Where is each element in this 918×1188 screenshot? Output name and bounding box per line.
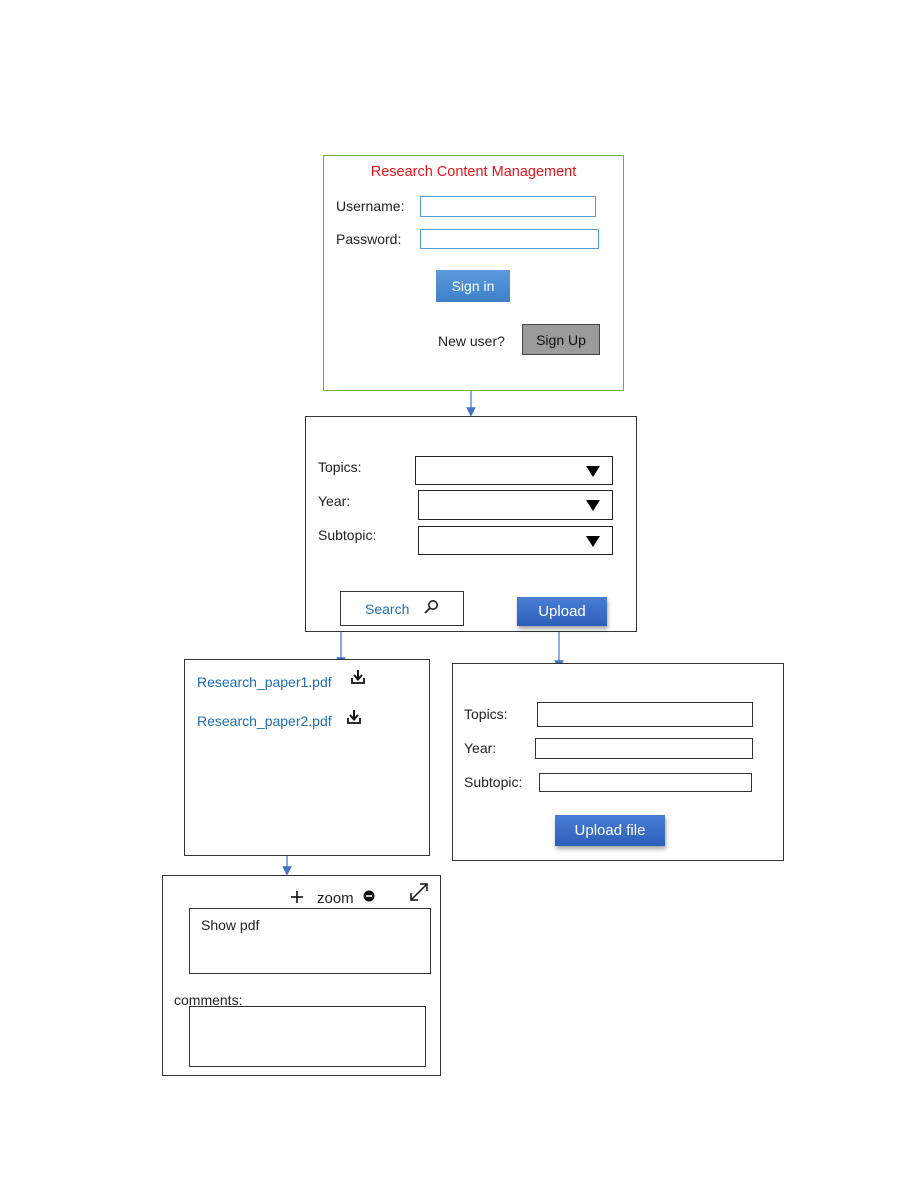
- sign-up-button[interactable]: Sign Up: [522, 324, 600, 355]
- expand-icon[interactable]: [408, 881, 430, 903]
- upload-topics-field[interactable]: [537, 702, 753, 727]
- caret-down-icon: [586, 465, 600, 477]
- show-pdf-label: Show pdf: [201, 917, 260, 933]
- search-button[interactable]: Search: [340, 591, 464, 626]
- download-icon[interactable]: [346, 709, 362, 725]
- login-panel: Research Content Management Username: Pa…: [323, 155, 624, 391]
- search-icon: [424, 600, 438, 614]
- sign-in-button[interactable]: Sign in: [436, 270, 510, 302]
- upload-year-field[interactable]: [535, 738, 753, 759]
- password-label: Password:: [336, 231, 402, 247]
- list-item: Research_paper1.pdf: [197, 670, 417, 694]
- download-icon[interactable]: [350, 669, 366, 685]
- subtopic-label: Subtopic:: [318, 527, 377, 543]
- subtopic-select[interactable]: [418, 526, 613, 555]
- upload-file-button[interactable]: Upload file: [555, 815, 665, 846]
- upload-button[interactable]: Upload: [517, 597, 607, 626]
- caret-down-icon: [586, 500, 600, 511]
- zoom-label: zoom: [317, 890, 354, 907]
- topics-select[interactable]: [415, 456, 613, 485]
- results-panel: Research_paper1.pdf Research_paper2.pdf: [184, 659, 430, 856]
- file-link[interactable]: Research_paper2.pdf: [197, 713, 332, 729]
- upload-topics-label: Topics:: [464, 706, 508, 722]
- upload-form-panel: Topics: Year: Subtopic: Upload file: [452, 663, 784, 861]
- comments-field[interactable]: [189, 1006, 426, 1067]
- new-user-label: New user?: [438, 333, 505, 349]
- search-panel: Topics: Year: Subtopic: Search Upload: [305, 416, 637, 632]
- caret-down-icon: [586, 535, 600, 547]
- upload-subtopic-label: Subtopic:: [464, 774, 523, 790]
- username-label: Username:: [336, 198, 405, 214]
- password-field[interactable]: [420, 229, 599, 249]
- topics-label: Topics:: [318, 459, 362, 475]
- year-select[interactable]: [418, 490, 613, 520]
- search-button-label: Search: [365, 601, 410, 617]
- file-link[interactable]: Research_paper1.pdf: [197, 674, 332, 690]
- upload-subtopic-field[interactable]: [539, 773, 752, 792]
- upload-year-label: Year:: [464, 740, 497, 756]
- minus-circle-icon[interactable]: [363, 890, 375, 902]
- pdf-viewer-panel: zoom Show pdf comments:: [162, 875, 441, 1076]
- list-item: Research_paper2.pdf: [197, 710, 417, 733]
- app-title: Research Content Management: [370, 164, 577, 180]
- plus-icon[interactable]: [290, 890, 304, 904]
- year-label: Year:: [318, 493, 351, 509]
- pdf-display-area[interactable]: Show pdf: [189, 908, 431, 974]
- username-field[interactable]: [420, 196, 596, 217]
